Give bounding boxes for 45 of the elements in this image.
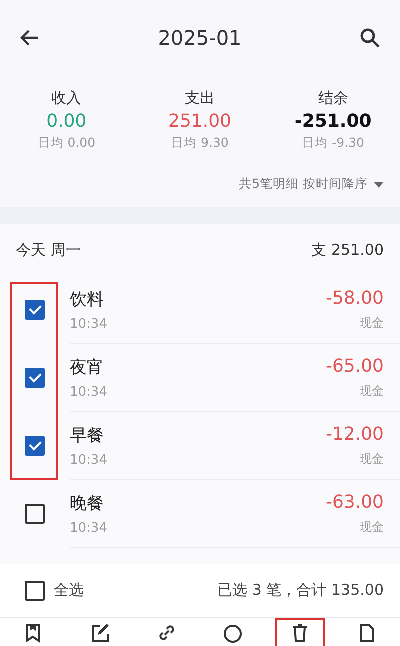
select-all-label[interactable]: 全选	[54, 581, 84, 600]
summary-label: 结余	[318, 89, 348, 108]
day-total: 支 251.00	[312, 240, 384, 260]
window-title: 2025-01	[158, 26, 242, 50]
dropdown-caret-icon[interactable]	[374, 182, 384, 188]
edit-icon	[90, 623, 110, 643]
entry-row[interactable]: 饮料 10:34 -58.00 现金	[70, 276, 400, 344]
daily-average: 日均 -9.30	[302, 135, 364, 152]
entry-row[interactable]: 夜宵 10:34 -65.00 现金	[70, 344, 400, 412]
entry-name: 晚餐	[70, 492, 105, 514]
selection-summary: 已选 3 笔，合计 135.00	[218, 581, 384, 600]
summary-amount: -251.00	[294, 111, 372, 132]
checkbox[interactable]	[25, 300, 45, 320]
entry-amount: -58.00	[326, 288, 384, 308]
daily-average: 日均 0.00	[38, 135, 96, 152]
summary-amount: 0.00	[46, 111, 87, 132]
daily-average: 日均 9.30	[171, 135, 229, 152]
entry-account: 现金	[360, 382, 384, 400]
summary-label: 收入	[52, 89, 82, 108]
entry-account: 现金	[360, 314, 384, 332]
entry-time: 10:34	[70, 452, 108, 468]
checkbox[interactable]	[25, 580, 45, 600]
summary-amount: 251.00	[168, 111, 232, 132]
day-title: 今天 周一	[16, 240, 81, 260]
circle-icon	[223, 623, 244, 643]
entry-amount: -63.00	[326, 492, 384, 512]
entry-row[interactable]: 早餐 10:34 -12.00 现金	[70, 412, 400, 480]
summary-label: 支出	[184, 89, 215, 108]
entry-time: 10:34	[70, 520, 108, 536]
highlighted-tool-button[interactable]	[274, 618, 326, 646]
entry-name: 饮料	[70, 288, 105, 310]
entry-name: 夜宵	[70, 356, 105, 378]
entry-account: 现金	[360, 450, 384, 468]
entry-account: 现金	[360, 518, 384, 536]
entry-time: 10:34	[70, 384, 108, 400]
checkbox[interactable]	[25, 436, 45, 456]
entry-row[interactable]: 晚餐 10:34 -63.00 现金	[70, 480, 400, 548]
checkbox[interactable]	[25, 504, 45, 524]
entry-amount: -12.00	[326, 424, 384, 444]
checkbox[interactable]	[25, 368, 45, 388]
entry-name: 早餐	[70, 424, 105, 446]
sort-label[interactable]: 共5笔明细 按时间降序	[239, 176, 368, 193]
entry-amount: -65.00	[326, 356, 384, 376]
link-icon	[156, 623, 177, 643]
entry-time: 10:34	[70, 316, 108, 332]
